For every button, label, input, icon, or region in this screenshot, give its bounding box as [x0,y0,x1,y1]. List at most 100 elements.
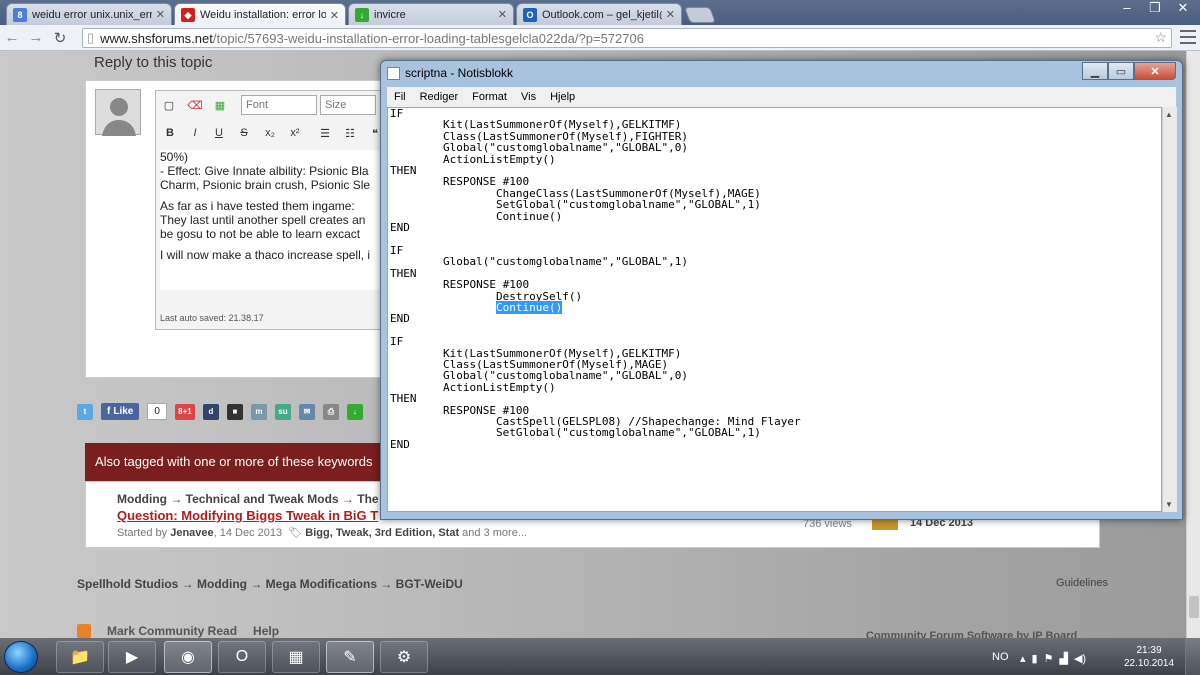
maximize-icon[interactable]: ❐ [1144,0,1166,16]
menu-edit[interactable]: Rediger [413,91,466,103]
facebook-icon: f [107,406,111,417]
size-select[interactable]: Size [320,95,376,115]
tab-label: weidu error unix.unix_erro [32,8,152,21]
editor-line: Charm, Psionic brain crush, Psionic Sle [160,178,371,192]
notepad-text-area[interactable]: IF Kit(LastSummonerOf(Myself),GELKITMF) … [387,107,1162,512]
scroll-down-icon[interactable]: ▼ [1165,500,1173,509]
download-icon: ↓ [355,7,369,22]
topic-started-by: Started by Jenavee, 14 Dec 2013 🏷 Bigg, … [117,526,527,539]
underline-icon[interactable]: U [211,125,227,141]
google-icon: 8 [13,7,27,22]
weidu-icon[interactable]: ⚙ [380,641,428,673]
tray-expand-icon[interactable]: ▴ [1020,652,1026,665]
reply-title: Reply to this topic [94,54,213,71]
facebook-like-button[interactable]: f Like [101,403,140,420]
opera-icon[interactable]: O [218,641,266,673]
explorer-icon[interactable]: 📁 [56,641,104,673]
address-bar[interactable]: ▯ www.shsforums.net /topic/57693-weidu-i… [82,28,1172,48]
myspace-icon[interactable]: m [250,403,267,420]
start-button[interactable] [4,641,38,673]
help-link[interactable]: Help [253,624,279,638]
close-icon[interactable]: ✕ [330,9,339,22]
show-desktop-button[interactable] [1185,638,1200,675]
page-breadcrumb[interactable]: Spellhold Studios → Modding → Mega Modif… [77,577,463,591]
scrollbar-thumb[interactable] [1189,596,1199,618]
calculator-icon[interactable]: ▦ [272,641,320,673]
notepad-icon [387,67,400,80]
close-icon[interactable]: ✕ [1172,0,1194,16]
mark-community-read-link[interactable]: Mark Community Read [107,624,237,638]
table-icon[interactable]: ▦ [212,97,228,113]
close-icon[interactable]: ✕ [156,8,165,21]
guidelines-link[interactable]: Guidelines [1056,577,1108,589]
menu-format[interactable]: Format [465,91,514,103]
numbered-list-icon[interactable]: ☷ [342,125,358,141]
notepad-scrollbar[interactable]: ▲ ▼ [1162,107,1177,512]
minimize-icon[interactable]: – [1116,0,1138,16]
network-icon[interactable]: ▮ [1032,652,1038,665]
rss-icon[interactable] [77,624,91,638]
editor-text-area[interactable]: 50%) - Effect: Give Innate albility: Psi… [160,150,395,290]
notepad-taskbar-icon[interactable]: ✎ [326,641,374,673]
notepad-window: scriptna - Notisblokk ▁ ▭ ✕ Fil Rediger … [380,60,1183,520]
code-selection: Continue() [495,300,563,314]
close-icon[interactable]: ✕ [498,8,507,21]
clock-time: 21:39 [1136,645,1162,656]
flag-icon[interactable]: ⚑ [1044,652,1054,665]
editor-line: 50%) [160,150,189,164]
italic-icon[interactable]: I [187,125,203,141]
signal-icon[interactable]: ▟ [1059,652,1067,665]
tab-outlook[interactable]: O Outlook.com – gel_kjetil@ ✕ [516,3,682,25]
source-icon[interactable]: ▢ [161,97,177,113]
tab-label: invicre [374,8,406,21]
delicious-icon[interactable]: ■ [226,403,243,420]
notepad-menu-bar: Fil Rediger Format Vis Hjelp [387,87,1176,107]
topic-link[interactable]: Question: Modifying Biggs Tweak in BiG T [117,508,378,523]
clock[interactable]: 21:39 22.10.2014 [1124,644,1174,670]
bookmark-star-icon[interactable]: ☆ [1154,29,1167,46]
font-select[interactable]: Font [241,95,317,115]
chrome-menu-icon[interactable] [1180,30,1196,44]
tab-invicre[interactable]: ↓ invicre ✕ [348,3,514,25]
reload-icon[interactable]: ↻ [48,29,72,47]
chrome-icon[interactable]: ◉ [164,641,212,673]
page-scrollbar[interactable] [1186,51,1200,638]
menu-file[interactable]: Fil [387,91,413,103]
minimize-icon[interactable]: ▁ [1082,62,1108,80]
download-icon[interactable]: ↓ [346,403,363,420]
tab-weidu-installation[interactable]: ◆ Weidu installation: error lo ✕ [174,3,346,26]
twitter-icon[interactable]: t [77,403,93,420]
bullet-list-icon[interactable]: ☰ [317,125,333,141]
eraser-icon[interactable]: ⌫ [187,97,203,113]
email-icon[interactable]: ✉ [298,403,315,420]
stumbleupon-icon[interactable]: su [274,403,291,420]
topic-tags[interactable]: Bigg, Tweak, 3rd Edition, Stat [305,527,459,539]
subscript-icon[interactable]: x₂ [262,125,278,141]
media-player-icon[interactable]: ▶ [108,641,156,673]
superscript-icon[interactable]: x² [287,125,303,141]
bold-icon[interactable]: B [162,125,178,141]
maximize-icon[interactable]: ▭ [1108,62,1134,80]
script-code: IF Kit(LastSummonerOf(Myself),GELKITMF) … [390,108,801,450]
back-arrow-icon[interactable]: ← [0,29,24,46]
clock-date: 22.10.2014 [1124,658,1175,669]
tab-weidu-error[interactable]: 8 weidu error unix.unix_erro ✕ [6,3,172,25]
speaker-icon[interactable]: ◀) [1074,652,1086,665]
input-language[interactable]: NO [992,651,1009,663]
forward-arrow-icon[interactable]: → [24,29,48,46]
close-icon[interactable]: ✕ [1134,62,1176,80]
menu-view[interactable]: Vis [514,91,543,103]
started-by-user[interactable]: Jenavee [170,527,213,539]
digg-icon[interactable]: d [202,403,219,420]
close-icon[interactable]: ✕ [666,8,675,21]
print-icon[interactable]: ⎙ [322,403,339,420]
footer-links: Mark Community Read Help [77,624,279,638]
tags-more[interactable]: and 3 more... [462,527,527,539]
strikethrough-icon[interactable]: S [236,125,252,141]
topic-breadcrumb[interactable]: Modding → Technical and Tweak Mods → The… [117,492,389,506]
menu-help[interactable]: Hjelp [543,91,582,103]
new-tab-button[interactable] [684,7,716,23]
editor-line: They last until another spell creates an [160,213,366,227]
scroll-up-icon[interactable]: ▲ [1165,110,1173,119]
google-plus-icon[interactable]: 8+1 [174,403,195,420]
